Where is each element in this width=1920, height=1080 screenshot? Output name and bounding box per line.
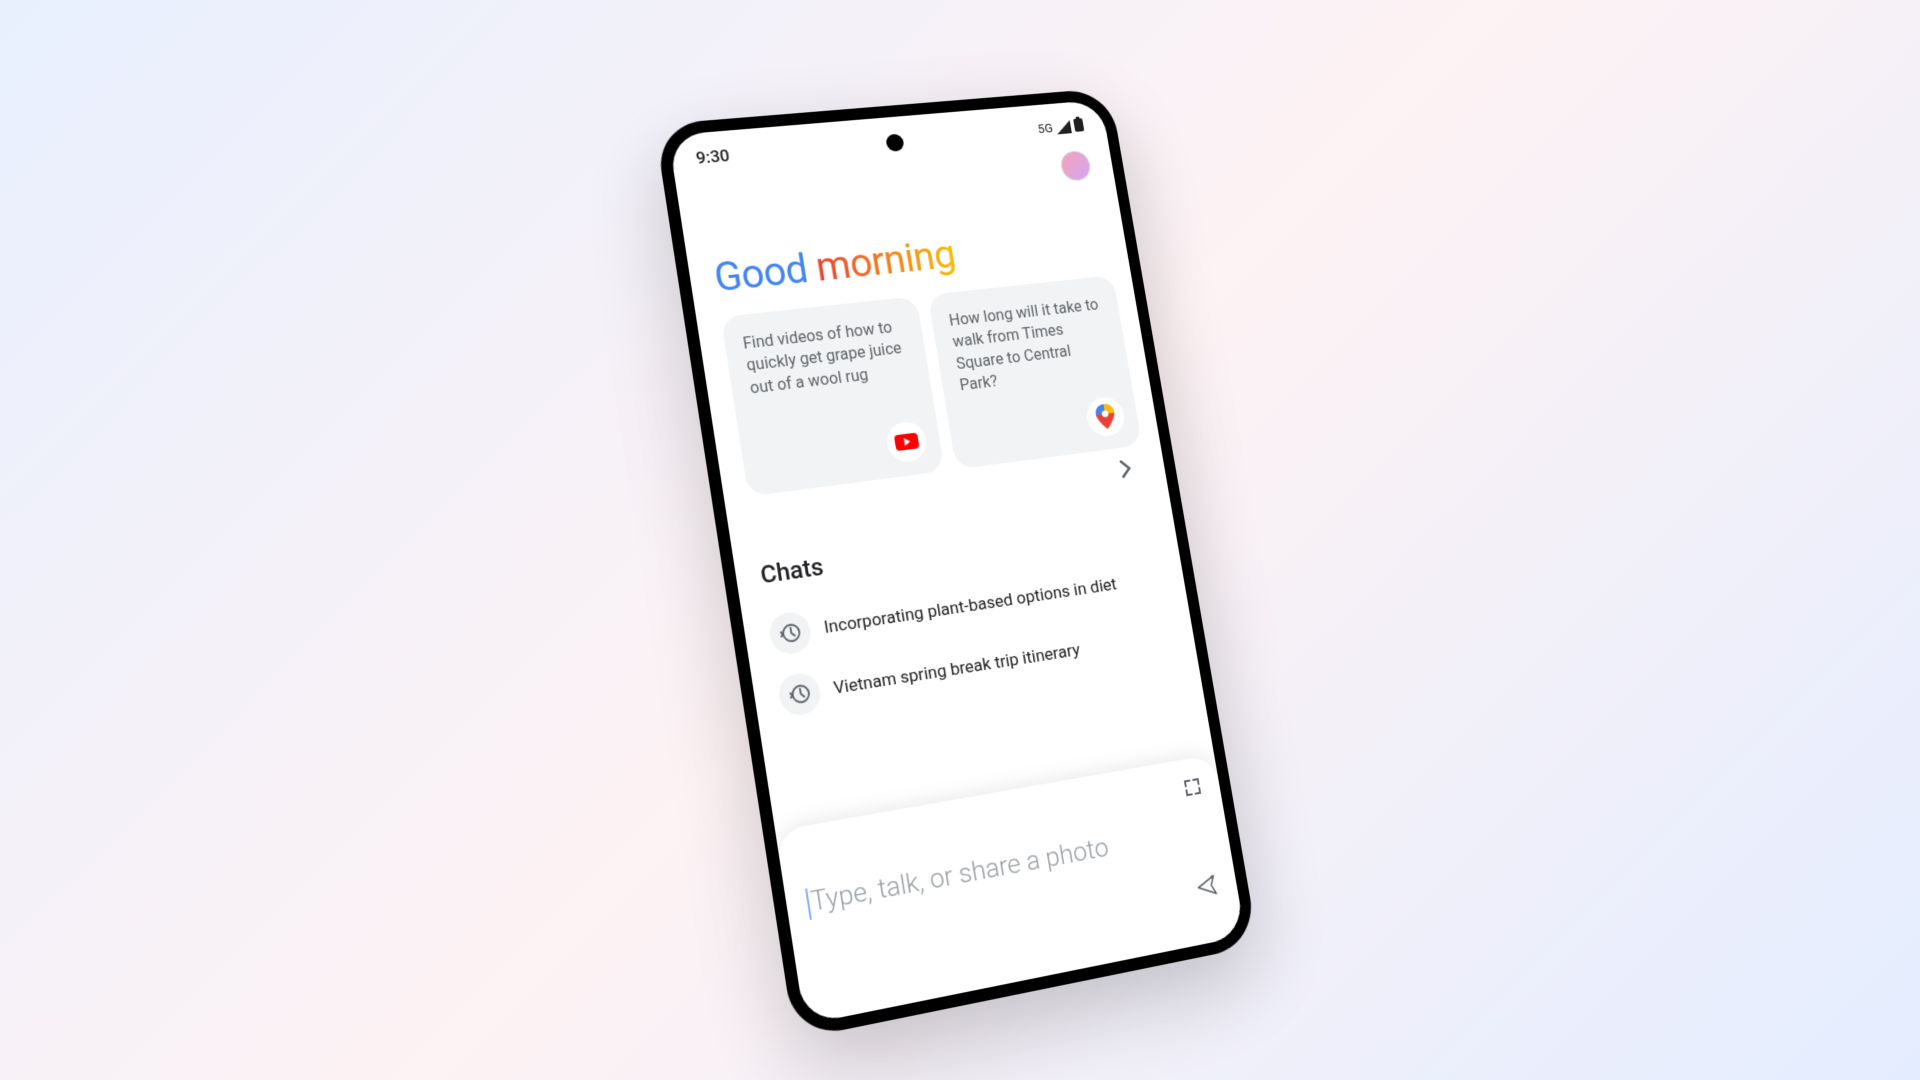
- network-label: 5G: [1037, 121, 1054, 136]
- suggestion-text: How long will it take to walk from Times…: [948, 294, 1114, 397]
- greeting-word-2: morning: [813, 231, 959, 290]
- signal-icon: [1055, 120, 1072, 134]
- suggestion-card-videos[interactable]: Find videos of how to quickly get grape …: [721, 296, 945, 496]
- battery-icon: [1073, 116, 1085, 135]
- history-icon: [767, 610, 814, 657]
- input-bar: Type, talk, or share a photo: [775, 754, 1245, 1025]
- send-icon[interactable]: [1194, 872, 1221, 904]
- greeting-word-1: Good: [711, 246, 811, 301]
- suggestion-text: Find videos of how to quickly get grape …: [741, 315, 912, 399]
- suggestion-card-walk[interactable]: How long will it take to walk from Times…: [928, 275, 1142, 469]
- youtube-icon: [884, 420, 929, 464]
- status-icons: 5G: [1036, 116, 1085, 138]
- status-time: 9:30: [695, 146, 731, 168]
- expand-icon[interactable]: [1183, 777, 1203, 802]
- maps-icon: [1084, 395, 1127, 438]
- avatar[interactable]: [1059, 150, 1093, 182]
- phone-screen: 9:30 5G Good morning: [668, 100, 1245, 1025]
- history-icon: [776, 671, 823, 718]
- phone-frame: 9:30 5G Good morning: [654, 88, 1258, 1040]
